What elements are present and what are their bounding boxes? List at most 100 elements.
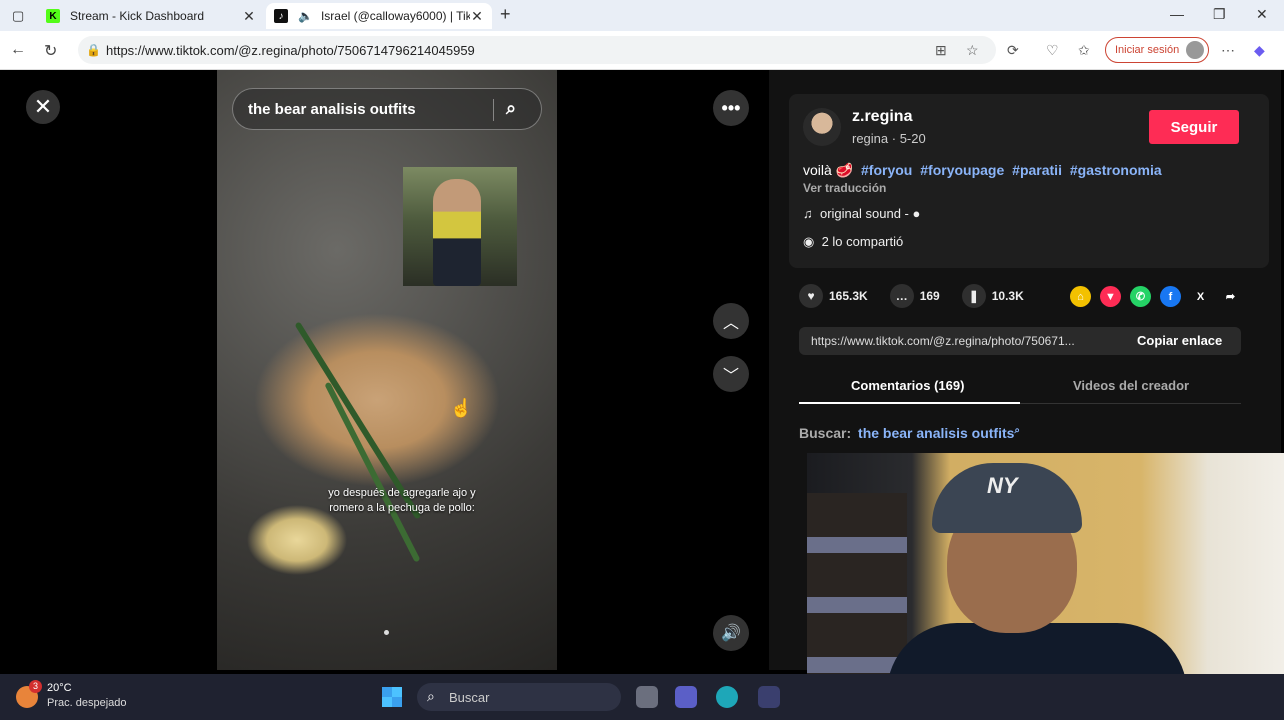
- tab-actions-icon[interactable]: ▢: [12, 8, 24, 24]
- next-post-button[interactable]: ﹀: [713, 356, 749, 392]
- cap-logo: NY: [987, 473, 1018, 498]
- browser-essentials-icon[interactable]: ♡: [1046, 42, 1059, 59]
- see-translation-link[interactable]: Ver traducción: [803, 181, 886, 195]
- close-icon: ✕: [33, 94, 53, 119]
- kick-favicon-icon: K: [46, 9, 60, 23]
- viewer-search-bar[interactable]: the bear analisis outfits ⌕: [232, 88, 542, 130]
- viewer-search-text: the bear analisis outfits: [248, 100, 416, 118]
- ellipsis-icon: •••: [721, 97, 741, 118]
- url-field[interactable]: 🔒 https://www.tiktok.com/@z.regina/photo…: [78, 36, 996, 64]
- signin-label: Iniciar sesión: [1115, 44, 1180, 56]
- copilot-icon[interactable]: ◆: [1254, 42, 1265, 59]
- minimize-icon[interactable]: —: [1170, 6, 1184, 22]
- address-toolbar: ← ↻ 🔒 https://www.tiktok.com/@z.regina/p…: [0, 31, 1284, 70]
- favorites-icon[interactable]: ✩: [1078, 42, 1090, 59]
- share-x-icon[interactable]: X: [1190, 286, 1211, 307]
- profile-avatar-icon: [1186, 41, 1204, 59]
- like-button[interactable]: ♥ 165.3K: [799, 284, 868, 308]
- tab-tiktok-title: Israel (@calloway6000) | TikT: [320, 9, 470, 23]
- sound-row[interactable]: ♫ original sound - ●: [803, 206, 920, 221]
- post-link-box: https://www.tiktok.com/@z.regina/photo/7…: [799, 327, 1241, 355]
- hashtag-link[interactable]: #gastronomia: [1070, 162, 1162, 178]
- search-divider: [493, 99, 494, 121]
- search-small-icon: ⌕: [1014, 425, 1021, 436]
- bookmark-icon: ❚: [961, 284, 986, 308]
- tab-comments[interactable]: Comentarios (169): [851, 378, 964, 393]
- taskbar: 3 20°C Prac. despejado ⌕ Buscar: [0, 674, 1284, 720]
- like-count: 165.3K: [829, 289, 868, 303]
- new-tab-icon[interactable]: +: [500, 4, 511, 25]
- lock-icon: 🔒: [86, 43, 101, 57]
- volume-icon: 🔊: [721, 625, 741, 642]
- save-button[interactable]: ❚ 10.3K: [961, 284, 1024, 308]
- post-link-text[interactable]: https://www.tiktok.com/@z.regina/photo/7…: [811, 334, 1121, 348]
- rosemary-sprig: [324, 381, 421, 563]
- comment-button[interactable]: … 169: [889, 284, 940, 308]
- search-icon[interactable]: ⌕: [506, 98, 516, 119]
- more-options-button[interactable]: •••: [713, 90, 749, 126]
- windows-start-icon[interactable]: [382, 687, 402, 707]
- chevron-up-icon: ︿: [722, 315, 739, 332]
- chevron-down-icon: ﹀: [722, 368, 739, 385]
- close-viewer-button[interactable]: ✕: [26, 90, 60, 124]
- more-menu-icon[interactable]: ⋯: [1221, 42, 1235, 59]
- task-view-icon[interactable]: [636, 686, 658, 708]
- inset-person: [433, 179, 481, 286]
- shared-avatars-icon: ◉: [803, 234, 815, 249]
- teams-icon[interactable]: [675, 686, 697, 708]
- signin-button[interactable]: Iniciar sesión: [1105, 37, 1209, 63]
- carousel-dot[interactable]: [384, 630, 389, 635]
- inset-image: [403, 167, 517, 286]
- speaker-icon: 🔈: [298, 9, 313, 23]
- hashtag-link[interactable]: #foryoupage: [920, 162, 1004, 178]
- follow-button[interactable]: Seguir: [1149, 110, 1239, 144]
- share-embed-icon[interactable]: ⌂: [1070, 286, 1091, 307]
- search-icon: ⌕: [427, 688, 435, 704]
- comment-icon: …: [889, 284, 914, 308]
- app-grid-icon[interactable]: ⊞: [935, 42, 947, 59]
- hashtag-link[interactable]: #foryou: [861, 162, 912, 178]
- share-send-icon[interactable]: ▼: [1100, 286, 1121, 307]
- reload-icon[interactable]: ↻: [44, 41, 57, 61]
- photo-viewer: ✕ ••• yo después de agregarle ajo y rome…: [4, 70, 769, 670]
- tab-kick[interactable]: K Stream - Kick Dashboard ✕: [38, 3, 264, 29]
- copy-link-button[interactable]: Copiar enlace: [1137, 333, 1222, 348]
- search-prefix: Buscar:: [799, 425, 852, 441]
- post-description: voilà 🥩 #foryou #foryoupage #paratii #ga…: [803, 162, 1162, 179]
- mouse-cursor-icon: ☝: [450, 398, 473, 418]
- weather-badge: 3: [29, 680, 42, 693]
- favorite-star-icon[interactable]: ☆: [966, 42, 979, 59]
- heart-icon: ♥: [799, 284, 823, 308]
- close-tab-icon[interactable]: ✕: [242, 8, 256, 25]
- shared-row[interactable]: ◉ 2 lo compartió: [803, 234, 903, 250]
- tab-tiktok[interactable]: ♪ 🔈 Israel (@calloway6000) | TikT ✕: [266, 3, 492, 29]
- taskbar-search[interactable]: ⌕ Buscar: [417, 683, 621, 711]
- search-suggestion[interactable]: Buscar: the bear analisis outfits⌕: [799, 425, 1020, 441]
- back-icon[interactable]: ←: [10, 41, 26, 59]
- maximize-icon[interactable]: ❐: [1213, 6, 1226, 23]
- share-whatsapp-icon[interactable]: ✆: [1130, 286, 1151, 307]
- close-tab-icon[interactable]: ✕: [470, 8, 484, 25]
- window-close-icon[interactable]: ✕: [1256, 6, 1268, 23]
- search-suggestion-query[interactable]: the bear analisis outfits: [858, 425, 1014, 441]
- author-username[interactable]: z.regina: [852, 108, 912, 126]
- tab-creator-videos[interactable]: Videos del creador: [1073, 378, 1189, 393]
- engagement-stats: ♥ 165.3K … 169 ❚ 10.3K: [799, 284, 1046, 308]
- post-info-card: z.regina regina · 5-20 Seguir voilà 🥩 #f…: [789, 94, 1269, 268]
- url-text: https://www.tiktok.com/@z.regina/photo/7…: [106, 42, 475, 58]
- sound-label: original sound - ●: [819, 206, 921, 221]
- edge-icon[interactable]: [716, 686, 738, 708]
- taskbar-search-placeholder: Buscar: [449, 689, 490, 705]
- volume-button[interactable]: 🔊: [713, 615, 749, 651]
- post-photo[interactable]: yo después de agregarle ajo y romero a l…: [217, 70, 557, 670]
- extensions-icon[interactable]: ⟳: [1007, 42, 1019, 59]
- share-more-icon[interactable]: ➦: [1220, 286, 1241, 307]
- weather-condition: Prac. despejado: [47, 697, 127, 709]
- screen: ▢ K Stream - Kick Dashboard ✕ ♪ 🔈 Israel…: [0, 0, 1284, 720]
- previous-post-button[interactable]: ︿: [713, 303, 749, 339]
- description-text: voilà 🥩: [803, 162, 854, 178]
- app-icon[interactable]: [758, 686, 780, 708]
- author-avatar[interactable]: [803, 108, 841, 146]
- hashtag-link[interactable]: #paratii: [1012, 162, 1062, 178]
- share-facebook-icon[interactable]: f: [1160, 286, 1181, 307]
